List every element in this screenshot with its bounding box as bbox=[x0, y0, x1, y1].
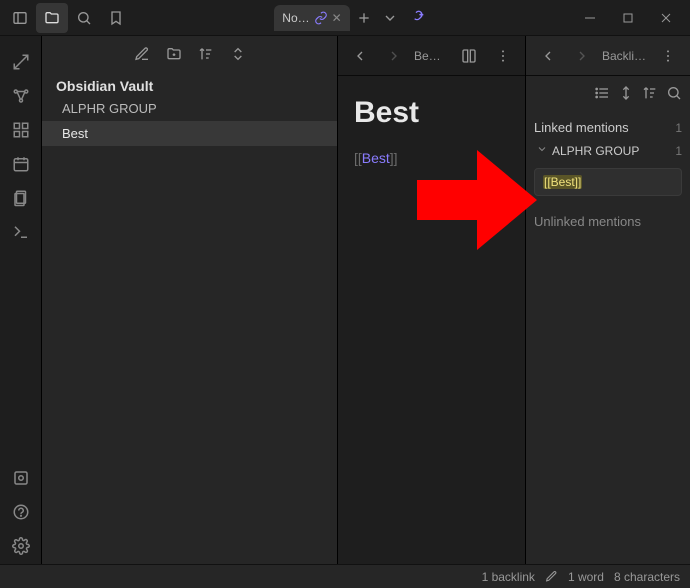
pencil-icon[interactable] bbox=[545, 570, 558, 583]
daily-note-icon[interactable] bbox=[5, 148, 37, 180]
editor-breadcrumb[interactable]: Be… bbox=[414, 49, 449, 63]
link-pane-icon[interactable] bbox=[402, 3, 430, 33]
ribbon bbox=[0, 36, 42, 564]
search-icon[interactable] bbox=[666, 85, 682, 101]
status-words[interactable]: 1 word bbox=[568, 570, 604, 584]
sort-icon[interactable] bbox=[642, 85, 658, 101]
backlink-hit-text: [[Best]] bbox=[543, 175, 582, 189]
help-icon[interactable] bbox=[5, 496, 37, 528]
files-icon[interactable] bbox=[36, 3, 68, 33]
backlink-hit[interactable]: [[Best]] bbox=[534, 168, 682, 196]
command-icon[interactable] bbox=[5, 216, 37, 248]
chevron-down-icon bbox=[536, 143, 548, 158]
backlinks-header: Backlin… bbox=[526, 36, 690, 76]
collapse-icon[interactable] bbox=[228, 44, 248, 64]
backlinks-pane: Backlin… Linked mentions 1 bbox=[526, 36, 690, 564]
note-content[interactable]: [[Best]] bbox=[354, 150, 509, 166]
status-backlinks[interactable]: 1 backlink bbox=[482, 570, 535, 584]
status-chars[interactable]: 8 characters bbox=[614, 570, 680, 584]
linked-mentions-count: 1 bbox=[675, 121, 682, 135]
file-item[interactable]: ALPHR GROUP bbox=[42, 96, 337, 121]
file-item[interactable]: Best bbox=[42, 121, 337, 146]
search-icon[interactable] bbox=[68, 3, 100, 33]
file-explorer: Obsidian Vault ALPHR GROUP Best bbox=[42, 36, 338, 564]
list-icon[interactable] bbox=[594, 85, 610, 101]
backlink-group[interactable]: ALPHR GROUP 1 bbox=[534, 139, 682, 162]
backlink-group-name: ALPHR GROUP bbox=[552, 144, 639, 158]
nav-forward-icon[interactable] bbox=[380, 42, 408, 70]
linked-mentions-label: Linked mentions bbox=[534, 120, 629, 135]
reading-view-icon[interactable] bbox=[455, 42, 483, 70]
unlinked-mentions-header[interactable]: Unlinked mentions bbox=[534, 202, 682, 241]
window-maximize-button[interactable] bbox=[610, 3, 646, 33]
quick-switcher-icon[interactable] bbox=[5, 46, 37, 78]
more-icon[interactable] bbox=[654, 42, 682, 70]
backlink-group-count: 1 bbox=[675, 144, 682, 158]
graph-icon[interactable] bbox=[5, 80, 37, 112]
vault-title: Obsidian Vault bbox=[42, 72, 337, 96]
tab-dropdown-icon[interactable] bbox=[378, 3, 402, 33]
linked-mentions-header[interactable]: Linked mentions 1 bbox=[534, 116, 682, 139]
note-title[interactable]: Best bbox=[354, 96, 509, 130]
tab-current-note[interactable]: No… ✕ bbox=[274, 5, 349, 31]
sort-icon[interactable] bbox=[196, 44, 216, 64]
nav-back-icon[interactable] bbox=[346, 42, 374, 70]
link-icon bbox=[314, 11, 328, 25]
window-close-button[interactable] bbox=[648, 3, 684, 33]
nav-back-icon[interactable] bbox=[534, 42, 562, 70]
vault-icon[interactable] bbox=[5, 462, 37, 494]
statusbar: 1 backlink 1 word 8 characters bbox=[0, 564, 690, 588]
backlinks-title: Backlin… bbox=[602, 49, 648, 63]
new-note-icon[interactable] bbox=[132, 44, 152, 64]
new-tab-button[interactable] bbox=[350, 3, 378, 33]
window-minimize-button[interactable] bbox=[572, 3, 608, 33]
close-icon[interactable]: ✕ bbox=[332, 11, 342, 25]
tabs: No… ✕ bbox=[132, 3, 572, 33]
editor-header: Be… bbox=[338, 36, 525, 76]
tab-label: No… bbox=[282, 11, 309, 25]
more-icon[interactable] bbox=[489, 42, 517, 70]
canvas-icon[interactable] bbox=[5, 114, 37, 146]
editor-pane: Be… Best [[Best]] bbox=[338, 36, 526, 564]
new-folder-icon[interactable] bbox=[164, 44, 184, 64]
nav-forward-icon[interactable] bbox=[568, 42, 596, 70]
settings-icon[interactable] bbox=[5, 530, 37, 562]
sidebar-toggle-icon[interactable] bbox=[4, 3, 36, 33]
expand-icon[interactable] bbox=[618, 85, 634, 101]
wikilink-text[interactable]: Best bbox=[362, 150, 390, 166]
titlebar: No… ✕ bbox=[0, 0, 690, 36]
bookmark-icon[interactable] bbox=[100, 3, 132, 33]
templates-icon[interactable] bbox=[5, 182, 37, 214]
